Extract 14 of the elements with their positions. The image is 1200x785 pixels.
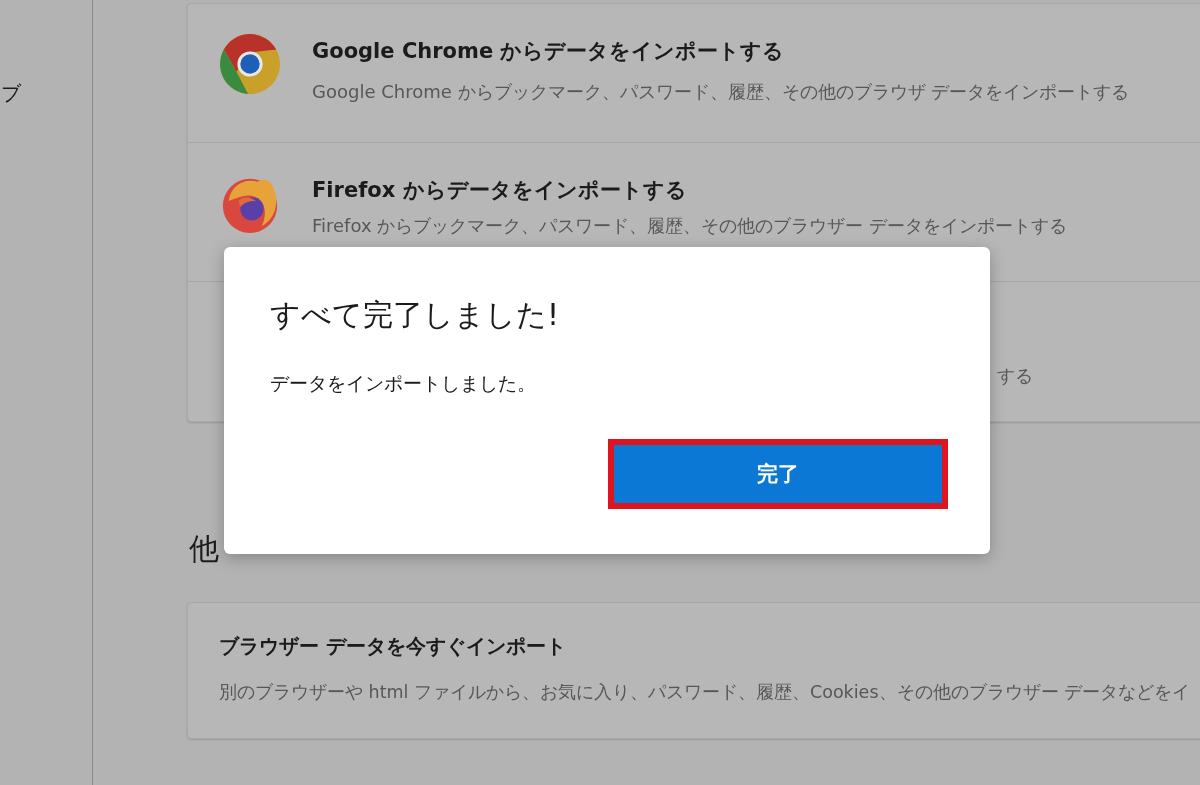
import-now-description: 別のブラウザーや html ファイルから、お気に入り、パスワード、履歴、Cookies、その他のブラウザー データなどをイ (219, 681, 1192, 704)
import-title: Firefox からデータをインポートする (312, 177, 688, 204)
sidebar-item[interactable]: ブ (1, 80, 21, 107)
section-heading: 他 (189, 534, 220, 564)
import-description: Firefox からブックマーク、パスワード、履歴、その他のブラウザー データをインポートする (312, 214, 1067, 238)
import-now-card[interactable]: ブラウザー データを今すぐインポート 別のブラウザーや html ファイルから、お気に入り、パスワード、履歴、Cookies、その他のブラウザー データなどをイ (187, 602, 1200, 739)
import-now-title: ブラウザー データを今すぐインポート (219, 633, 567, 660)
chrome-logo-icon (219, 33, 281, 95)
import-row[interactable]: Google Chrome からデータをインポートする Google Chrome からブックマーク、パスワード、履歴、その他のブラウザ データをインポートする (188, 4, 1200, 143)
done-button[interactable]: 完了 (614, 445, 942, 503)
dialog-message: データをインポートしました。 (270, 371, 537, 396)
import-title: Google Chrome からデータをインポートする (312, 38, 786, 65)
dialog-title: すべて完了しました! (270, 296, 561, 334)
import-description: Google Chrome からブックマーク、パスワード、履歴、その他のブラウザ データをインポートする (312, 80, 1130, 104)
